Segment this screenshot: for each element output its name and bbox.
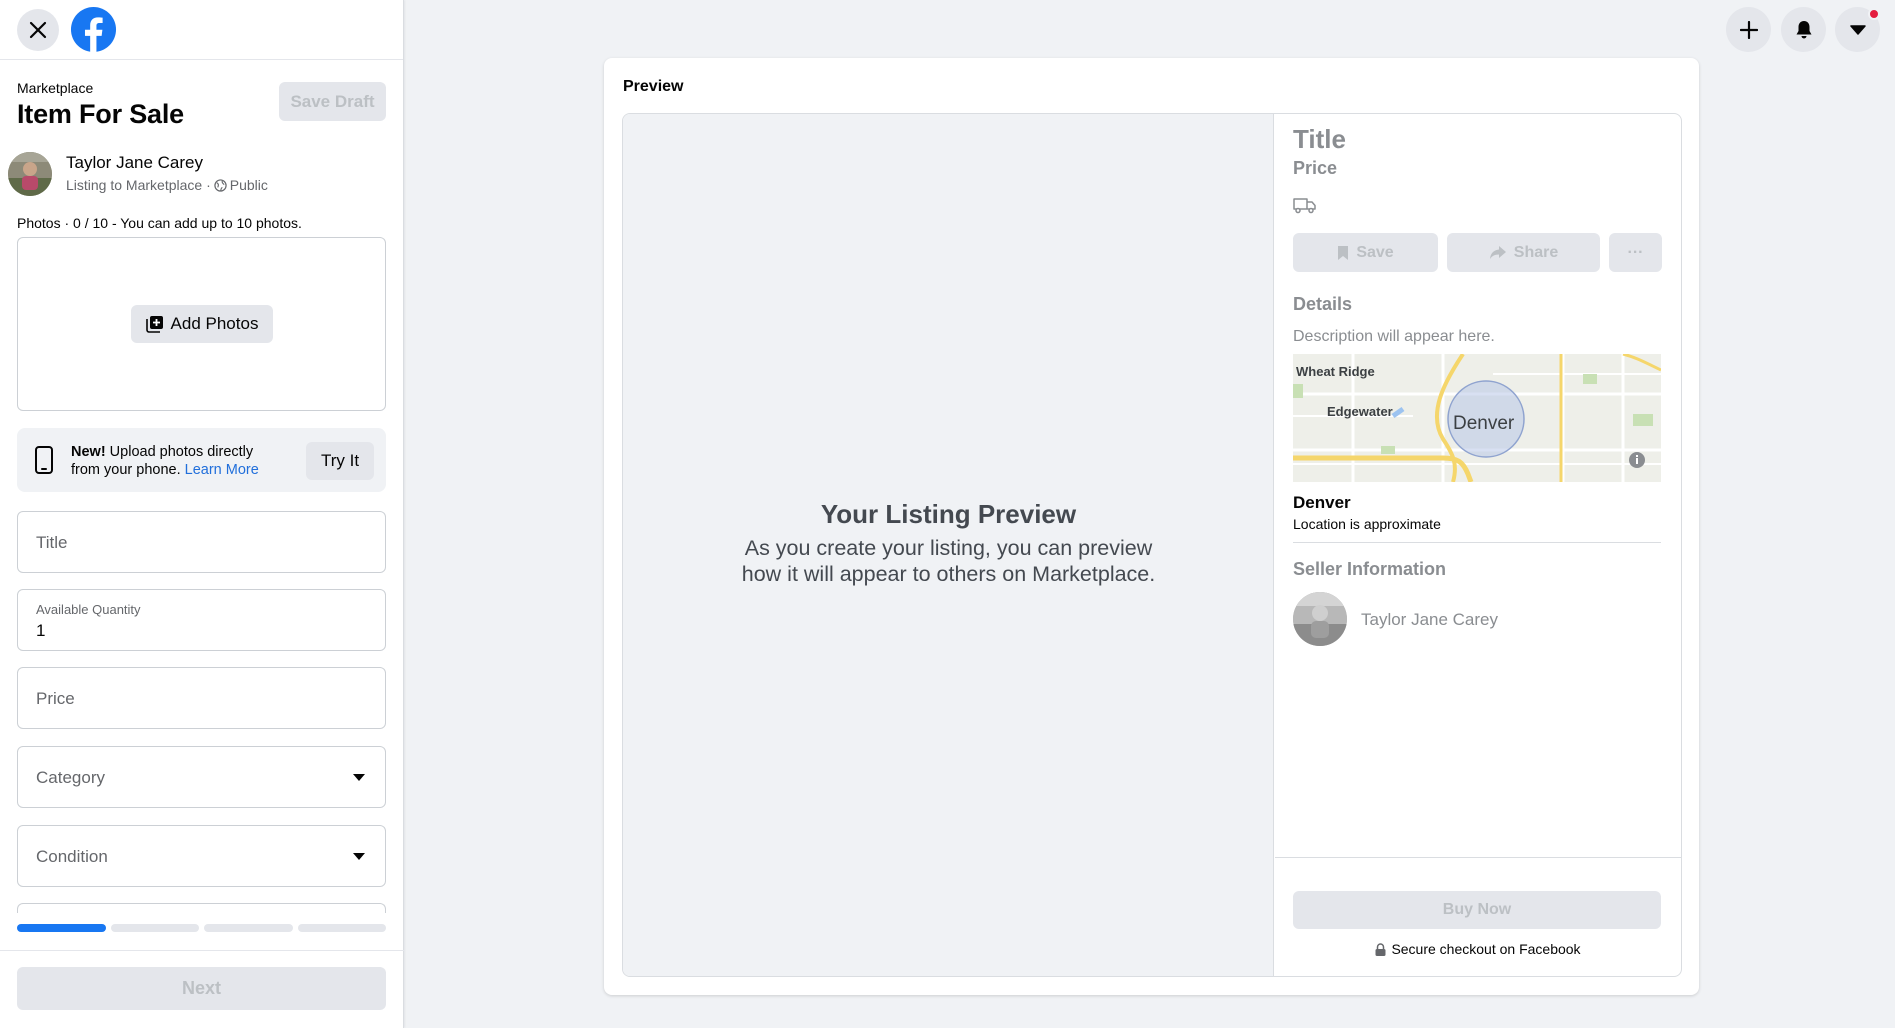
details-description: Description will appear here. [1293, 328, 1495, 345]
preview-frame: Your Listing Preview As you create your … [622, 113, 1682, 977]
add-photos-button[interactable]: Add Photos [131, 305, 273, 343]
preview-info-panel: Title Price Save Share ··· Details Descr… [1275, 114, 1681, 976]
close-button[interactable] [17, 9, 59, 51]
seller-identity: Taylor Jane Carey Listing to Marketplace… [8, 151, 388, 197]
share-label: Share [1513, 243, 1559, 261]
location-note: Location is approximate [1293, 516, 1441, 532]
photos-label: Photos · 0 / 10 - You can add up to 10 p… [17, 215, 302, 231]
map-label-denver: Denver [1453, 413, 1515, 434]
more-options-button[interactable]: ··· [1609, 233, 1662, 272]
preview-heading: Your Listing Preview [820, 499, 1077, 529]
details-heading: Details [1293, 294, 1353, 314]
delivery-truck-icon [1293, 198, 1316, 214]
title-field[interactable]: Title [17, 511, 386, 573]
notifications-button[interactable] [1781, 7, 1826, 52]
phone-tip-text: New! Upload photos directly from your ph… [71, 443, 271, 479]
photos-count: Photos · 0 / 10 [17, 215, 109, 231]
buy-now-button[interactable]: Buy Now [1293, 891, 1661, 929]
plus-icon [1739, 20, 1758, 39]
progress-step [297, 924, 386, 932]
seller-avatar[interactable] [1293, 592, 1347, 646]
seller-info-heading: Seller Information [1293, 559, 1447, 579]
new-label: New! [71, 444, 106, 460]
preview-media-area: Your Listing Preview As you create your … [623, 114, 1274, 976]
next-field-partial[interactable] [17, 903, 386, 913]
preview-title: Title [1293, 124, 1346, 154]
listing-audience: Listing to Marketplace · Public [66, 177, 268, 193]
price-placeholder: Price [36, 689, 75, 708]
caret-down-icon [1849, 24, 1866, 35]
preview-card: Preview Your Listing Preview As you crea… [604, 58, 1699, 995]
phone-icon [35, 446, 53, 474]
learn-more-link[interactable]: Learn More [185, 462, 259, 478]
phone-upload-tip: New! Upload photos directly from your ph… [17, 428, 386, 492]
progress-step [110, 924, 199, 932]
facebook-logo[interactable] [70, 6, 117, 53]
caret-down-icon [353, 774, 365, 781]
audience-label[interactable]: Public [230, 177, 268, 193]
category-select[interactable]: Category [17, 746, 386, 808]
user-name[interactable]: Taylor Jane Carey [66, 153, 203, 173]
share-icon [1489, 246, 1506, 259]
category-placeholder: Category [36, 768, 105, 787]
caret-down-icon [353, 853, 365, 860]
preview-body-line-1: As you create your listing, you can prev… [744, 536, 1153, 560]
save-button[interactable]: Save [1293, 233, 1438, 272]
progress-step [204, 924, 293, 932]
try-it-button[interactable]: Try It [306, 442, 374, 480]
map-label-wheat-ridge: Wheat Ridge [1296, 364, 1375, 379]
secure-checkout-text: Secure checkout on Facebook [1391, 941, 1581, 957]
location-name: Denver [1293, 493, 1351, 512]
preview-description: As you create your listing, you can prev… [623, 535, 1274, 587]
quantity-field[interactable]: Available Quantity 1 [17, 589, 386, 651]
composer-sidebar: Marketplace Item For Sale Save Draft Tay… [0, 0, 404, 1028]
share-button[interactable]: Share [1447, 233, 1600, 272]
map-info-icon[interactable] [1629, 452, 1645, 468]
notification-dot [1868, 8, 1880, 20]
location-map[interactable]: Wheat Ridge Edgewater Denver [1293, 354, 1661, 482]
add-photo-icon [145, 316, 163, 333]
next-button[interactable]: Next [17, 967, 386, 1010]
globe-icon [214, 178, 227, 192]
preview-label: Preview [623, 78, 684, 95]
page-title: Item For Sale [17, 99, 184, 129]
progress-step [17, 924, 106, 932]
bell-icon [1796, 20, 1811, 38]
preview-body-line-2: how it will appear to others on Marketpl… [741, 562, 1156, 586]
photo-dropzone[interactable]: Add Photos [17, 237, 386, 411]
page-header: Marketplace Item For Sale [17, 80, 184, 130]
secure-checkout-note: Secure checkout on Facebook [1275, 941, 1681, 957]
save-label: Save [1356, 243, 1394, 261]
add-photos-label: Add Photos [170, 314, 259, 333]
listing-destination: Listing to Marketplace · [66, 177, 211, 193]
photos-hint: - You can add up to 10 photos. [108, 215, 302, 231]
footer-divider [0, 950, 404, 951]
create-button[interactable] [1726, 7, 1771, 52]
seller-name: Taylor Jane Carey [1361, 610, 1499, 629]
avatar[interactable] [8, 152, 52, 196]
checkout-divider [1275, 857, 1681, 858]
more-options-icon: ··· [1627, 243, 1644, 261]
map-label-edgewater: Edgewater [1327, 404, 1393, 419]
bookmark-icon [1338, 245, 1349, 260]
step-progress [17, 924, 386, 932]
condition-select[interactable]: Condition [17, 825, 386, 887]
condition-placeholder: Condition [36, 847, 108, 866]
save-draft-button[interactable]: Save Draft [279, 82, 386, 121]
breadcrumb[interactable]: Marketplace [17, 80, 184, 96]
quantity-value: 1 [36, 621, 46, 640]
sidebar-topbar [0, 0, 403, 60]
price-field[interactable]: Price [17, 667, 386, 729]
close-icon [29, 21, 47, 39]
quantity-label: Available Quantity [36, 602, 141, 617]
title-placeholder: Title [36, 533, 68, 552]
lock-icon [1375, 942, 1386, 956]
preview-price: Price [1293, 158, 1338, 178]
info-divider [1293, 542, 1661, 543]
